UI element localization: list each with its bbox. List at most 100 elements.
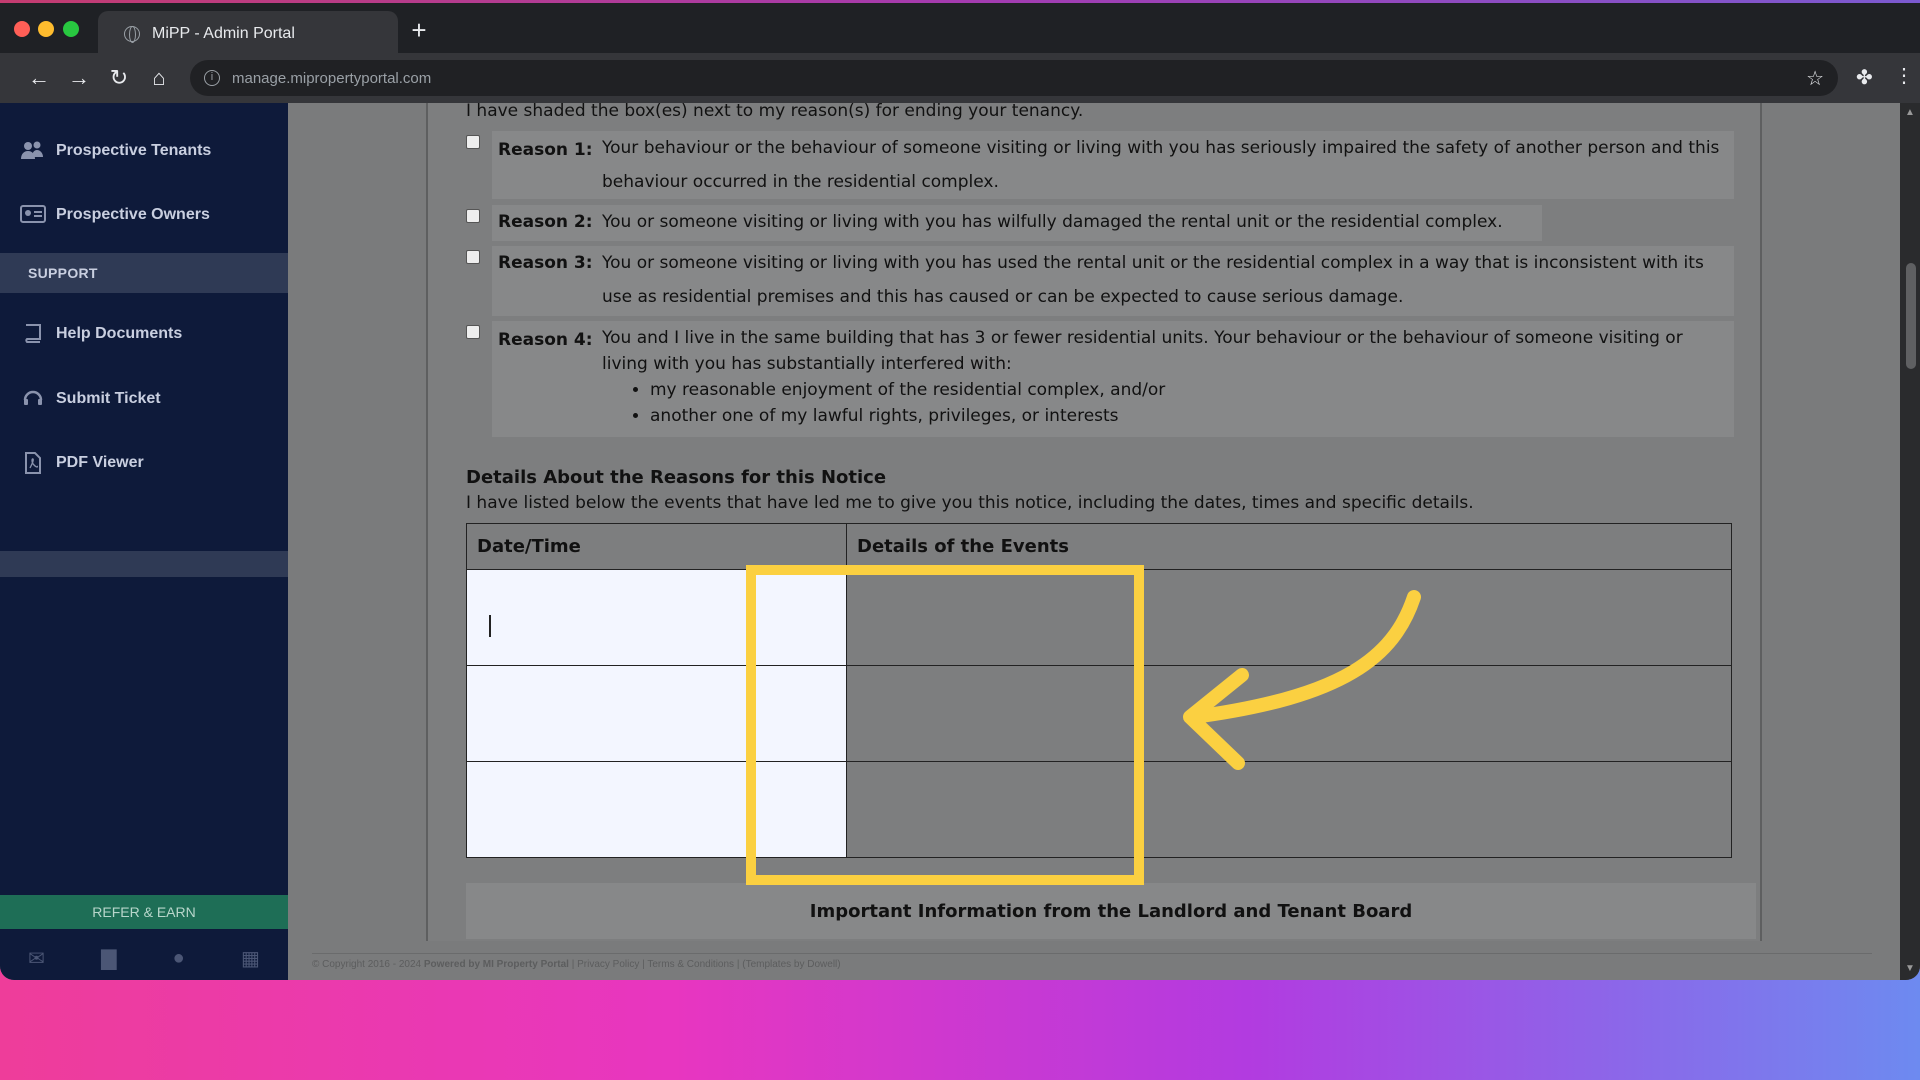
site-info-icon[interactable]: i: [204, 70, 220, 86]
sidebar: Prospective Tenants Prospective Owners S…: [0, 103, 288, 980]
sidebar-section-support: SUPPORT: [0, 253, 288, 293]
user-icon[interactable]: ●: [173, 947, 185, 970]
sidebar-item-submit-ticket[interactable]: Submit Ticket: [0, 379, 288, 419]
powered-by-link[interactable]: Powered by MI Property Portal: [424, 959, 569, 970]
reason-4: Reason 4: You and I live in the same bui…: [466, 321, 1734, 437]
date-time-input[interactable]: [466, 665, 847, 762]
vertical-scrollbar[interactable]: ▲ ▼: [1900, 103, 1920, 980]
close-window-button[interactable]: [14, 21, 30, 37]
calculator-icon[interactable]: ▦: [241, 946, 260, 971]
page-footer: © Copyright 2016 - 2024 Powered by MI Pr…: [312, 959, 841, 970]
reason-text: You or someone visiting or living with y…: [602, 253, 1704, 307]
mail-icon[interactable]: ✉: [28, 946, 45, 971]
globe-icon: [124, 26, 140, 43]
sidebar-item-label: Prospective Owners: [56, 206, 210, 223]
reason-1: Reason 1: Your behaviour or the behaviou…: [466, 131, 1734, 203]
reload-icon[interactable]: ↻: [104, 63, 134, 93]
main-content: I have shaded the box(es) next to my rea…: [288, 103, 1920, 980]
footer-divider: [312, 953, 1872, 954]
sidebar-bottom-actions: ✉ ▇ ● ▦: [0, 943, 288, 973]
event-details-input[interactable]: [846, 569, 1732, 666]
sidebar-item-prospective-owners[interactable]: Prospective Owners: [0, 195, 288, 235]
reason-label: Reason 1:: [498, 140, 593, 160]
reason-2: Reason 2: You or someone visiting or liv…: [466, 205, 1734, 241]
page-viewport: Prospective Tenants Prospective Owners S…: [0, 103, 1920, 980]
scroll-up-arrow-icon[interactable]: ▲: [1904, 107, 1916, 119]
minimize-window-button[interactable]: [38, 21, 54, 37]
pdf-page: I have shaded the box(es) next to my rea…: [426, 103, 1762, 941]
briefcase-icon[interactable]: ▇: [101, 946, 116, 971]
privacy-policy-link[interactable]: Privacy Policy: [577, 959, 639, 970]
users-icon: [20, 140, 46, 162]
reason-label: Reason 4:: [498, 330, 593, 350]
copyright-text: © Copyright 2016 - 2024: [312, 959, 422, 970]
home-icon[interactable]: ⌂: [144, 63, 174, 93]
reason-1-box: Reason 1: Your behaviour or the behaviou…: [492, 131, 1734, 199]
scrollbar-thumb[interactable]: [1906, 263, 1916, 369]
reason-2-checkbox[interactable]: [466, 209, 480, 223]
sidebar-item-label: Help Documents: [56, 325, 183, 342]
sidebar-item-pdf-viewer[interactable]: PDF Viewer: [0, 443, 288, 483]
browser-toolbar: ← → ↻ ⌂ i manage.mipropertyportal.com ☆ …: [0, 53, 1920, 103]
bullet-item: my reasonable enjoyment of the residenti…: [650, 377, 1728, 403]
browser-tab[interactable]: MiPP - Admin Portal: [98, 11, 398, 57]
tab-title: MiPP - Admin Portal: [152, 25, 295, 42]
intro-text: I have shaded the box(es) next to my rea…: [466, 101, 1084, 121]
reason-text: You and I live in the same building that…: [602, 328, 1683, 374]
reason-2-box: Reason 2: You or someone visiting or liv…: [492, 205, 1542, 241]
reason-1-checkbox[interactable]: [466, 135, 480, 149]
text-caret: [489, 615, 491, 637]
reason-4-bullets: my reasonable enjoyment of the residenti…: [498, 377, 1728, 429]
bookmark-star-icon[interactable]: ☆: [1806, 66, 1824, 91]
id-card-icon: [20, 204, 46, 226]
browser-menu-icon[interactable]: ⋮: [1894, 65, 1914, 87]
reason-text: Your behaviour or the behaviour of someo…: [602, 138, 1720, 192]
date-time-input[interactable]: [466, 569, 847, 666]
event-details-input[interactable]: [846, 761, 1732, 858]
back-arrow-icon[interactable]: ←: [24, 63, 54, 93]
new-tab-button[interactable]: +: [406, 17, 432, 43]
title-bar: MiPP - Admin Portal +: [0, 3, 1920, 57]
events-table: Date/Time Details of the Events: [466, 523, 1732, 858]
reason-label: Reason 2:: [498, 212, 593, 232]
reason-3-checkbox[interactable]: [466, 250, 480, 264]
maximize-window-button[interactable]: [63, 21, 79, 37]
sidebar-item-prospective-tenants[interactable]: Prospective Tenants: [0, 131, 288, 171]
footer-separator: |: [571, 959, 575, 970]
footer-separator: |: [736, 959, 740, 970]
reason-3-box: Reason 3: You or someone visiting or liv…: [492, 246, 1734, 316]
sidebar-item-label: Prospective Tenants: [56, 142, 212, 159]
reason-text: You or someone visiting or living with y…: [602, 212, 1503, 232]
reason-4-checkbox[interactable]: [466, 325, 480, 339]
table-row: [466, 569, 1732, 666]
important-info-heading: Important Information from the Landlord …: [466, 883, 1756, 939]
extensions-puzzle-icon[interactable]: ✤: [1856, 65, 1873, 90]
forward-arrow-icon[interactable]: →: [64, 63, 94, 93]
reason-label: Reason 3:: [498, 253, 593, 273]
sidebar-item-label: Submit Ticket: [56, 390, 161, 407]
templates-credit: (Templates by Dowell): [742, 959, 841, 970]
book-icon: [20, 323, 46, 345]
table-row: [466, 761, 1732, 858]
refer-and-earn-button[interactable]: REFER & EARN: [0, 895, 288, 929]
details-subtext: I have listed below the events that have…: [466, 493, 1474, 513]
scroll-down-arrow-icon[interactable]: ▼: [1904, 963, 1916, 975]
date-time-input[interactable]: [466, 761, 847, 858]
sidebar-item-help-documents[interactable]: Help Documents: [0, 314, 288, 354]
details-heading: Details About the Reasons for this Notic…: [466, 467, 887, 488]
bullet-item: another one of my lawful rights, privile…: [650, 403, 1728, 429]
sidebar-item-label: PDF Viewer: [56, 454, 144, 471]
browser-window: MiPP - Admin Portal + ← → ↻ ⌂ i manage.m…: [0, 0, 1920, 980]
footer-separator: |: [642, 959, 645, 970]
event-details-input[interactable]: [846, 665, 1732, 762]
event-details-header: Details of the Events: [846, 523, 1732, 570]
pdf-icon: [20, 452, 46, 474]
reason-3: Reason 3: You or someone visiting or liv…: [466, 246, 1734, 318]
terms-link[interactable]: Terms & Conditions: [647, 959, 734, 970]
address-bar[interactable]: i manage.mipropertyportal.com ☆: [190, 60, 1838, 96]
date-time-header: Date/Time: [466, 523, 847, 570]
sidebar-divider-band: [0, 551, 288, 577]
headset-icon: [20, 388, 46, 410]
table-row: [466, 665, 1732, 762]
reason-4-box: Reason 4: You and I live in the same bui…: [492, 321, 1734, 437]
